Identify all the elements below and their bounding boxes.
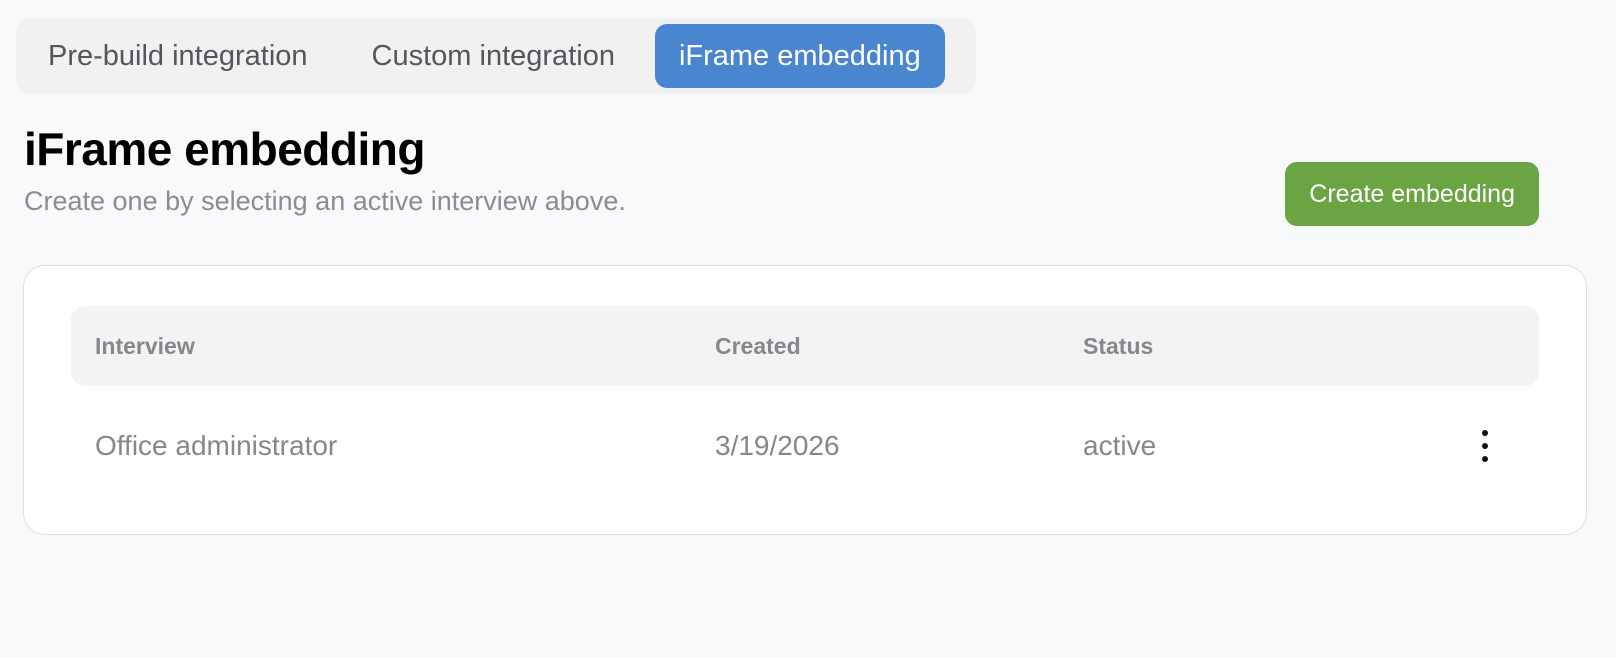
cell-status: active <box>1083 430 1157 461</box>
column-header-interview: Interview <box>95 333 195 359</box>
integration-tabs: Pre-build integration Custom integration… <box>16 18 976 94</box>
more-vertical-icon[interactable] <box>1473 428 1497 464</box>
column-header-created: Created <box>715 333 801 359</box>
tab-custom-integration[interactable]: Custom integration <box>348 24 639 88</box>
table-header: Interview Created Status <box>71 306 1539 386</box>
page-subtitle: Create one by selecting an active interv… <box>24 186 626 216</box>
embeddings-table-card: Interview Created Status Office administ… <box>23 265 1587 535</box>
page-title: iFrame embedding <box>24 123 425 175</box>
create-embedding-button[interactable]: Create embedding <box>1285 162 1539 226</box>
cell-created: 3/19/2026 <box>715 430 840 461</box>
cell-interview: Office administrator <box>95 430 338 461</box>
table-row: Office administrator 3/19/2026 active <box>71 396 1539 496</box>
tab-pre-build-integration[interactable]: Pre-build integration <box>24 24 332 88</box>
tab-iframe-embedding[interactable]: iFrame embedding <box>654 24 945 88</box>
column-header-status: Status <box>1083 333 1154 359</box>
